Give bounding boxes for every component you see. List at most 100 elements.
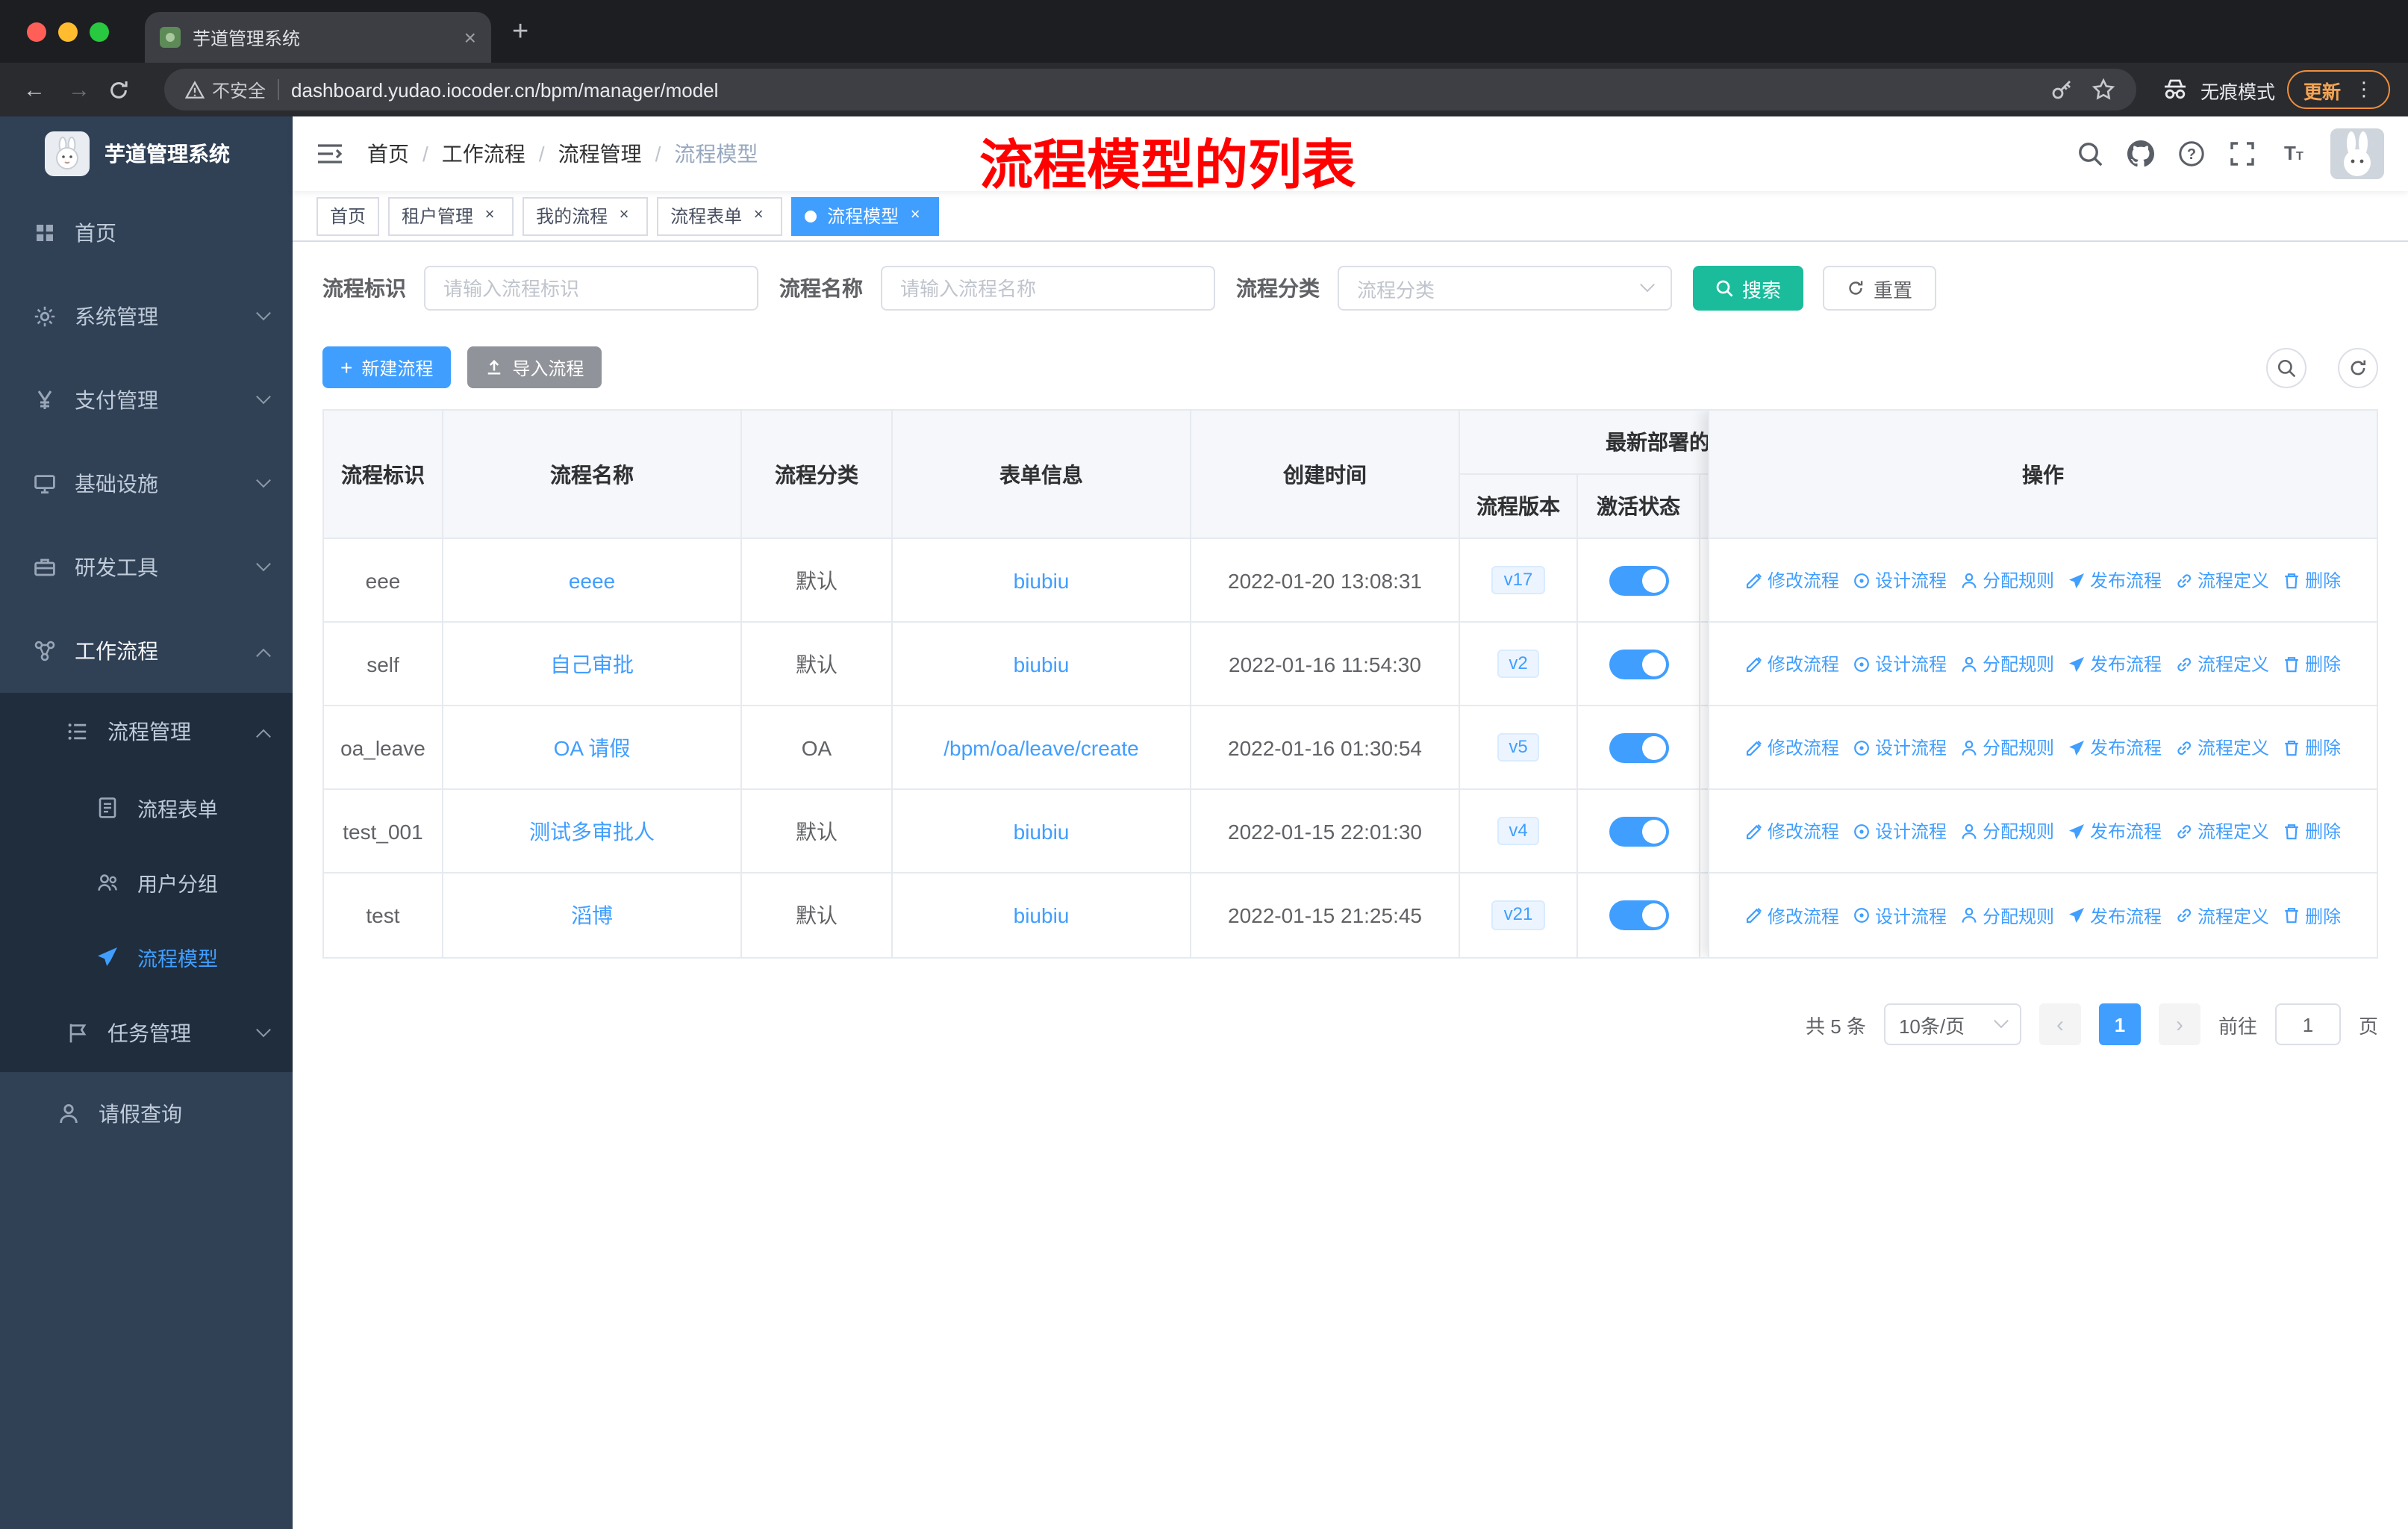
password-key-icon[interactable] [2050,78,2074,102]
sidebar-toggle[interactable] [316,142,343,166]
app-logo-row[interactable]: 芋道管理系统 [0,116,293,191]
refresh-table-button[interactable] [2338,347,2378,387]
not-secure-chip[interactable]: 不安全 [185,77,266,102]
process-name-link[interactable]: 滔博 [571,900,613,930]
publish-process-link[interactable]: 发布流程 [2068,903,2162,928]
form-info-link[interactable]: biubiu [1014,568,1070,592]
sidebar-item-infra[interactable]: 基础设施 [0,442,293,526]
address-bar[interactable]: 不安全 dashboard.yudao.iocoder.cn/bpm/manag… [164,69,2136,110]
window-zoom-button[interactable] [90,22,109,41]
next-page-button[interactable]: › [2158,1003,2200,1045]
browser-tab[interactable]: 芋道管理系统 × [145,12,491,63]
assign-rule-link[interactable]: 分配规则 [1960,818,2054,844]
toggle-search-button[interactable] [2266,347,2306,387]
import-process-button[interactable]: 导入流程 [467,346,602,388]
process-name-link[interactable]: eeee [569,568,615,592]
search-icon[interactable] [2077,140,2103,167]
breadcrumb-item[interactable]: 流程管理 [558,139,642,169]
prev-page-button[interactable]: ‹ [2039,1003,2081,1045]
assign-rule-link[interactable]: 分配规则 [1960,903,2054,928]
close-icon[interactable]: × [479,205,500,226]
sidebar-item-home[interactable]: 首页 [0,191,293,275]
close-icon[interactable]: × [748,205,769,226]
status-switch[interactable] [1609,900,1668,930]
modify-process-link[interactable]: 修改流程 [1745,903,1839,928]
status-switch[interactable] [1609,565,1668,595]
sidebar-item-leave-query[interactable]: 请假查询 [0,1072,293,1156]
form-info-link[interactable]: biubiu [1014,652,1070,676]
process-name-link[interactable]: 测试多审批人 [529,816,655,846]
category-select[interactable]: 流程分类 [1338,266,1672,311]
tag-process-form[interactable]: 流程表单 × [657,196,783,235]
bookmark-star-icon[interactable] [2092,78,2115,102]
tag-home[interactable]: 首页 [316,196,380,235]
new-tab-button[interactable]: + [512,17,528,46]
window-close-button[interactable] [27,22,46,41]
goto-page-input[interactable] [2274,1003,2341,1045]
tag-my-process[interactable]: 我的流程 × [523,196,649,235]
form-info-link[interactable]: biubiu [1014,903,1070,927]
forward-icon[interactable]: → [63,77,96,102]
tag-process-model[interactable]: 流程模型 × [791,196,940,235]
back-icon[interactable]: ← [18,77,51,102]
process-definition-link[interactable]: 流程定义 [2175,818,2269,844]
sidebar-item-task-mgmt[interactable]: 任务管理 [0,994,293,1072]
browser-menu-icon[interactable]: ⋮ [2354,78,2374,102]
sidebar-item-user-group[interactable]: 用户分组 [0,845,293,920]
reload-icon[interactable] [107,78,140,101]
breadcrumb-item[interactable]: 工作流程 [442,139,525,169]
delete-link[interactable]: 删除 [2283,567,2341,593]
assign-rule-link[interactable]: 分配规则 [1960,735,2054,760]
process-name-link[interactable]: 自己审批 [550,649,634,679]
reset-button[interactable]: 重置 [1823,266,1937,311]
delete-link[interactable]: 删除 [2283,735,2341,760]
window-minimize-button[interactable] [58,22,78,41]
design-process-link[interactable]: 设计流程 [1853,567,1947,593]
github-icon[interactable] [2127,140,2154,167]
tab-close-icon[interactable]: × [464,27,476,48]
design-process-link[interactable]: 设计流程 [1853,903,1947,928]
status-switch[interactable] [1609,649,1668,679]
publish-process-link[interactable]: 发布流程 [2068,735,2162,760]
breadcrumb-item[interactable]: 首页 [367,139,409,169]
fullscreen-icon[interactable] [2229,140,2256,167]
delete-link[interactable]: 删除 [2283,903,2341,928]
modify-process-link[interactable]: 修改流程 [1745,651,1839,676]
help-icon[interactable]: ? [2178,140,2205,167]
modify-process-link[interactable]: 修改流程 [1745,735,1839,760]
process-id-input[interactable] [424,266,758,311]
sidebar-item-system[interactable]: 系统管理 [0,275,293,358]
process-definition-link[interactable]: 流程定义 [2175,567,2269,593]
modify-process-link[interactable]: 修改流程 [1745,567,1839,593]
browser-update-button[interactable]: 更新 ⋮ [2286,70,2390,109]
process-name-link[interactable]: OA 请假 [554,732,631,762]
publish-process-link[interactable]: 发布流程 [2068,651,2162,676]
search-button[interactable]: 搜索 [1693,266,1804,311]
design-process-link[interactable]: 设计流程 [1853,818,1947,844]
status-switch[interactable] [1609,732,1668,762]
sidebar-item-devtools[interactable]: 研发工具 [0,526,293,609]
design-process-link[interactable]: 设计流程 [1853,651,1947,676]
sidebar-item-process-mgmt[interactable]: 流程管理 [0,693,293,770]
close-icon[interactable]: × [905,205,926,226]
publish-process-link[interactable]: 发布流程 [2068,818,2162,844]
process-name-input[interactable] [881,266,1215,311]
delete-link[interactable]: 删除 [2283,818,2341,844]
design-process-link[interactable]: 设计流程 [1853,735,1947,760]
process-definition-link[interactable]: 流程定义 [2175,735,2269,760]
page-1-button[interactable]: 1 [2098,1003,2141,1045]
sidebar-item-process-form[interactable]: 流程表单 [0,770,293,845]
assign-rule-link[interactable]: 分配规则 [1960,567,2054,593]
process-definition-link[interactable]: 流程定义 [2175,651,2269,676]
publish-process-link[interactable]: 发布流程 [2068,567,2162,593]
form-info-link[interactable]: biubiu [1014,819,1070,843]
avatar[interactable] [2330,128,2384,179]
close-icon[interactable]: × [614,205,634,226]
process-definition-link[interactable]: 流程定义 [2175,903,2269,928]
form-info-link[interactable]: /bpm/oa/leave/create [943,735,1139,759]
delete-link[interactable]: 删除 [2283,651,2341,676]
font-size-icon[interactable]: TT [2280,140,2306,167]
page-size-select[interactable]: 10条/页 [1883,1003,2021,1045]
create-process-button[interactable]: + 新建流程 [322,346,452,388]
sidebar-item-payment[interactable]: 支付管理 [0,358,293,442]
